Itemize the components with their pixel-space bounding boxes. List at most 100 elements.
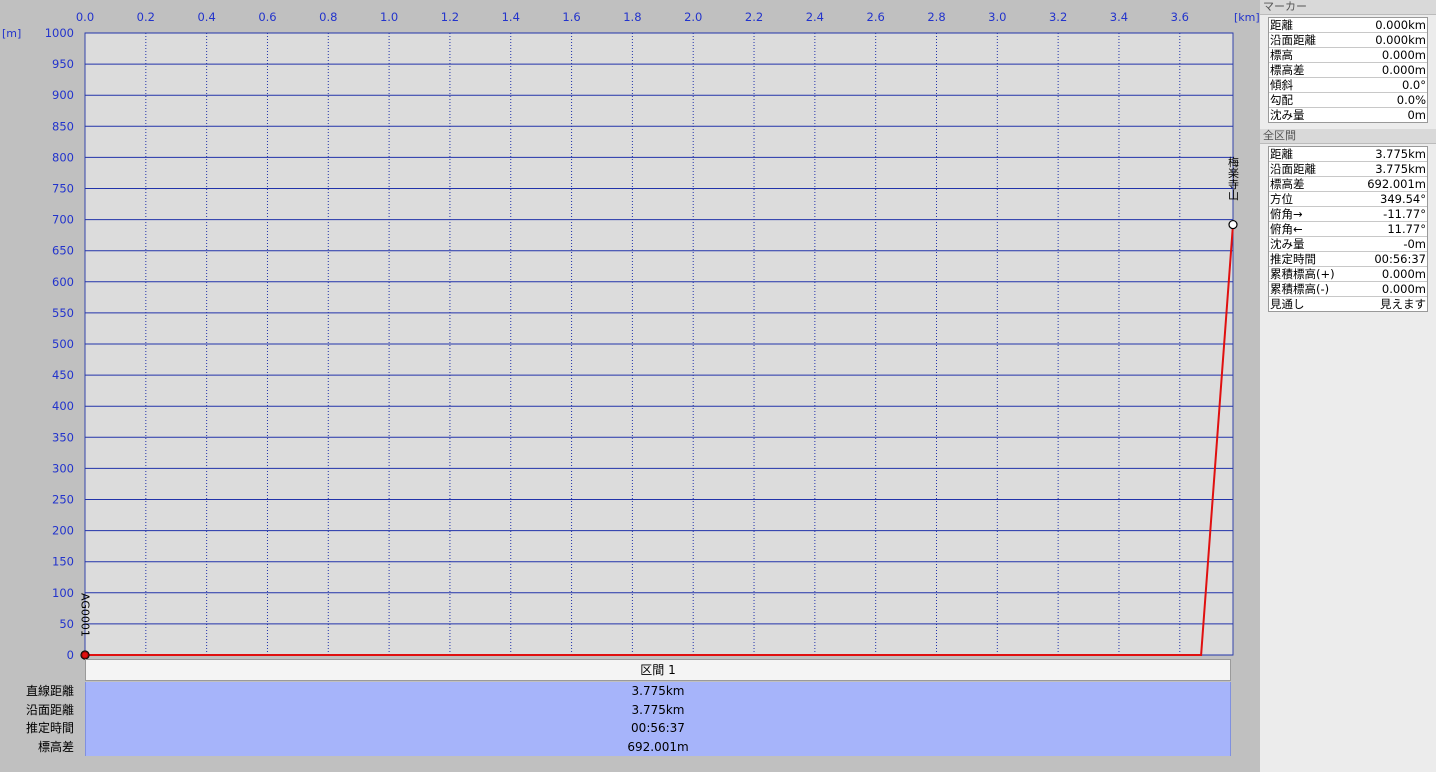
x-tick-label: 3.6 xyxy=(1171,10,1189,24)
total-row: 推定時間 00:56:37 xyxy=(1269,252,1427,267)
x-tick-label: 3.4 xyxy=(1110,10,1128,24)
y-tick-label: 200 xyxy=(52,524,74,538)
y-tick-label: 0 xyxy=(67,648,74,662)
value-straight-distance: 3.775km xyxy=(631,684,685,698)
total-value: 00:56:37 xyxy=(1374,252,1426,266)
value-elevation-diff: 692.001m xyxy=(627,739,689,754)
marker-value: 0.000m xyxy=(1381,48,1426,62)
total-row: 方位 349.54° xyxy=(1269,192,1427,207)
section-header[interactable]: 区間 1 xyxy=(85,659,1231,681)
total-label: 沈み量 xyxy=(1270,237,1305,251)
y-tick-label: 450 xyxy=(52,368,74,382)
x-tick-label: 2.0 xyxy=(684,10,702,24)
x-tick-label: 2.6 xyxy=(867,10,885,24)
marker-label: 標高 xyxy=(1270,48,1293,62)
total-label: 沿面距離 xyxy=(1270,162,1316,176)
marker-row: 勾配 0.0% xyxy=(1269,93,1427,108)
x-tick-label: 2.4 xyxy=(806,10,824,24)
start-point-icon[interactable] xyxy=(81,651,89,659)
total-value: 0.000m xyxy=(1381,282,1426,296)
row-label-surface-distance: 沿面距離 xyxy=(25,702,74,717)
x-tick-label: 2.2 xyxy=(745,10,763,24)
value-surface-distance: 3.775km xyxy=(631,702,685,717)
marker-value: 0.000km xyxy=(1375,18,1426,32)
total-table: 距離 3.775km 沿面距離 3.775km 標高差 692.001m 方位 349.54°… xyxy=(1268,146,1428,312)
y-tick-label: 300 xyxy=(52,461,74,475)
total-label: 距離 xyxy=(1270,147,1293,161)
x-tick-label: 1.8 xyxy=(623,10,641,24)
section-row-labels: 直線距離 沿面距離 推定時間 標高差 xyxy=(0,682,80,756)
marker-row: 標高差 0.000m xyxy=(1269,63,1427,78)
total-value: 692.001m xyxy=(1367,177,1426,191)
marker-label: 勾配 xyxy=(1270,93,1293,107)
total-row: 沿面距離 3.775km xyxy=(1269,162,1427,177)
y-axis-ticks: 1000950900850800750700650600550500450400… xyxy=(45,26,74,662)
marker-label: 標高差 xyxy=(1270,63,1305,77)
total-row: 沈み量 -0m xyxy=(1269,237,1427,252)
waypoint-label: 梅楽寺山 xyxy=(1227,155,1240,200)
total-value: 11.77° xyxy=(1387,222,1426,236)
total-value: -0m xyxy=(1403,237,1426,251)
y-tick-label: 500 xyxy=(52,337,74,351)
row-label-estimated-time: 推定時間 xyxy=(25,721,74,735)
marker-value: 0.0% xyxy=(1396,93,1426,107)
total-row: 距離 3.775km xyxy=(1269,147,1427,162)
x-axis-ticks: 0.0 0.2 0.4 0.6 0.8 1.0 1.2 1.4 1.6 1.8 2.0 2.2 2.4 2… xyxy=(76,10,1189,24)
y-tick-label: 150 xyxy=(52,555,74,569)
total-row: 俯角→ -11.77° xyxy=(1269,207,1427,222)
x-tick-label: 3.2 xyxy=(1049,10,1067,24)
waypoint-label: AG0001 xyxy=(79,593,92,637)
marker-value: 0.0° xyxy=(1401,78,1426,92)
y-tick-label: 400 xyxy=(52,399,74,413)
marker-row: 距離 0.000km xyxy=(1269,18,1427,33)
row-label-straight-distance: 直線距離 xyxy=(25,684,74,698)
marker-row: 傾斜 0.0° xyxy=(1269,78,1427,93)
x-tick-label: 1.4 xyxy=(502,10,520,24)
x-tick-label: 0.4 xyxy=(197,10,215,24)
total-value: 見えます xyxy=(1380,297,1426,311)
marker-panel-title: マーカー xyxy=(1260,0,1436,15)
marker-label: 傾斜 xyxy=(1270,78,1293,92)
total-value: -11.77° xyxy=(1383,207,1426,221)
total-label: 方位 xyxy=(1270,192,1293,206)
marker-table: 距離 0.000km 沿面距離 0.000km 標高 0.000m 標高差 0.000m 傾斜 0… xyxy=(1268,17,1428,123)
elevation-profile-chart[interactable]: 0.0 0.2 0.4 0.6 0.8 1.0 1.2 1.4 1.6 1.8 2.0 2.2 2.4 2… xyxy=(0,0,1260,772)
waypoint-marker[interactable] xyxy=(1228,219,1238,230)
y-axis-unit: [m] xyxy=(2,27,21,40)
total-row: 標高差 692.001m xyxy=(1269,177,1427,192)
section-values[interactable]: 3.775km 3.775km 00:56:37 692.001m xyxy=(85,682,1231,756)
x-tick-label: 0.8 xyxy=(319,10,337,24)
total-label: 累積標高(+) xyxy=(1270,267,1335,281)
y-tick-label: 650 xyxy=(52,244,74,258)
y-tick-label: 600 xyxy=(52,275,74,289)
side-panel: マーカー 距離 0.000km 沿面距離 0.000km 標高 0.000m 標高差 0.00… xyxy=(1260,0,1436,772)
x-tick-label: 3.0 xyxy=(988,10,1006,24)
total-label: 標高差 xyxy=(1270,177,1305,191)
total-row: 累積標高(+) 0.000m xyxy=(1269,267,1427,282)
x-tick-label: 1.0 xyxy=(380,10,398,24)
marker-value: 0.000m xyxy=(1381,63,1426,77)
x-tick-label: 1.2 xyxy=(441,10,459,24)
total-value: 349.54° xyxy=(1380,192,1426,206)
x-tick-label: 0.0 xyxy=(76,10,94,24)
y-tick-label: 1000 xyxy=(45,26,74,40)
total-label: 累積標高(-) xyxy=(1270,282,1330,296)
y-tick-label: 50 xyxy=(59,617,74,631)
marker-label: 沿面距離 xyxy=(1270,33,1316,47)
total-row: 見通し 見えます xyxy=(1269,297,1427,311)
row-label-elevation-diff: 標高差 xyxy=(37,739,74,754)
marker-row: 沿面距離 0.000km xyxy=(1269,33,1427,48)
x-axis-unit: [km] xyxy=(1234,11,1260,24)
y-tick-label: 250 xyxy=(52,493,74,507)
total-row: 俯角← 11.77° xyxy=(1269,222,1427,237)
marker-label: 沈み量 xyxy=(1270,108,1305,122)
y-tick-label: 900 xyxy=(52,88,74,102)
y-tick-label: 850 xyxy=(52,119,74,133)
value-estimated-time: 00:56:37 xyxy=(631,721,685,735)
total-row: 累積標高(-) 0.000m xyxy=(1269,282,1427,297)
total-label: 見通し xyxy=(1270,297,1305,311)
y-tick-label: 100 xyxy=(52,586,74,600)
marker-value: 0.000km xyxy=(1375,33,1426,47)
y-tick-label: 950 xyxy=(52,57,74,71)
y-tick-label: 750 xyxy=(52,182,74,196)
